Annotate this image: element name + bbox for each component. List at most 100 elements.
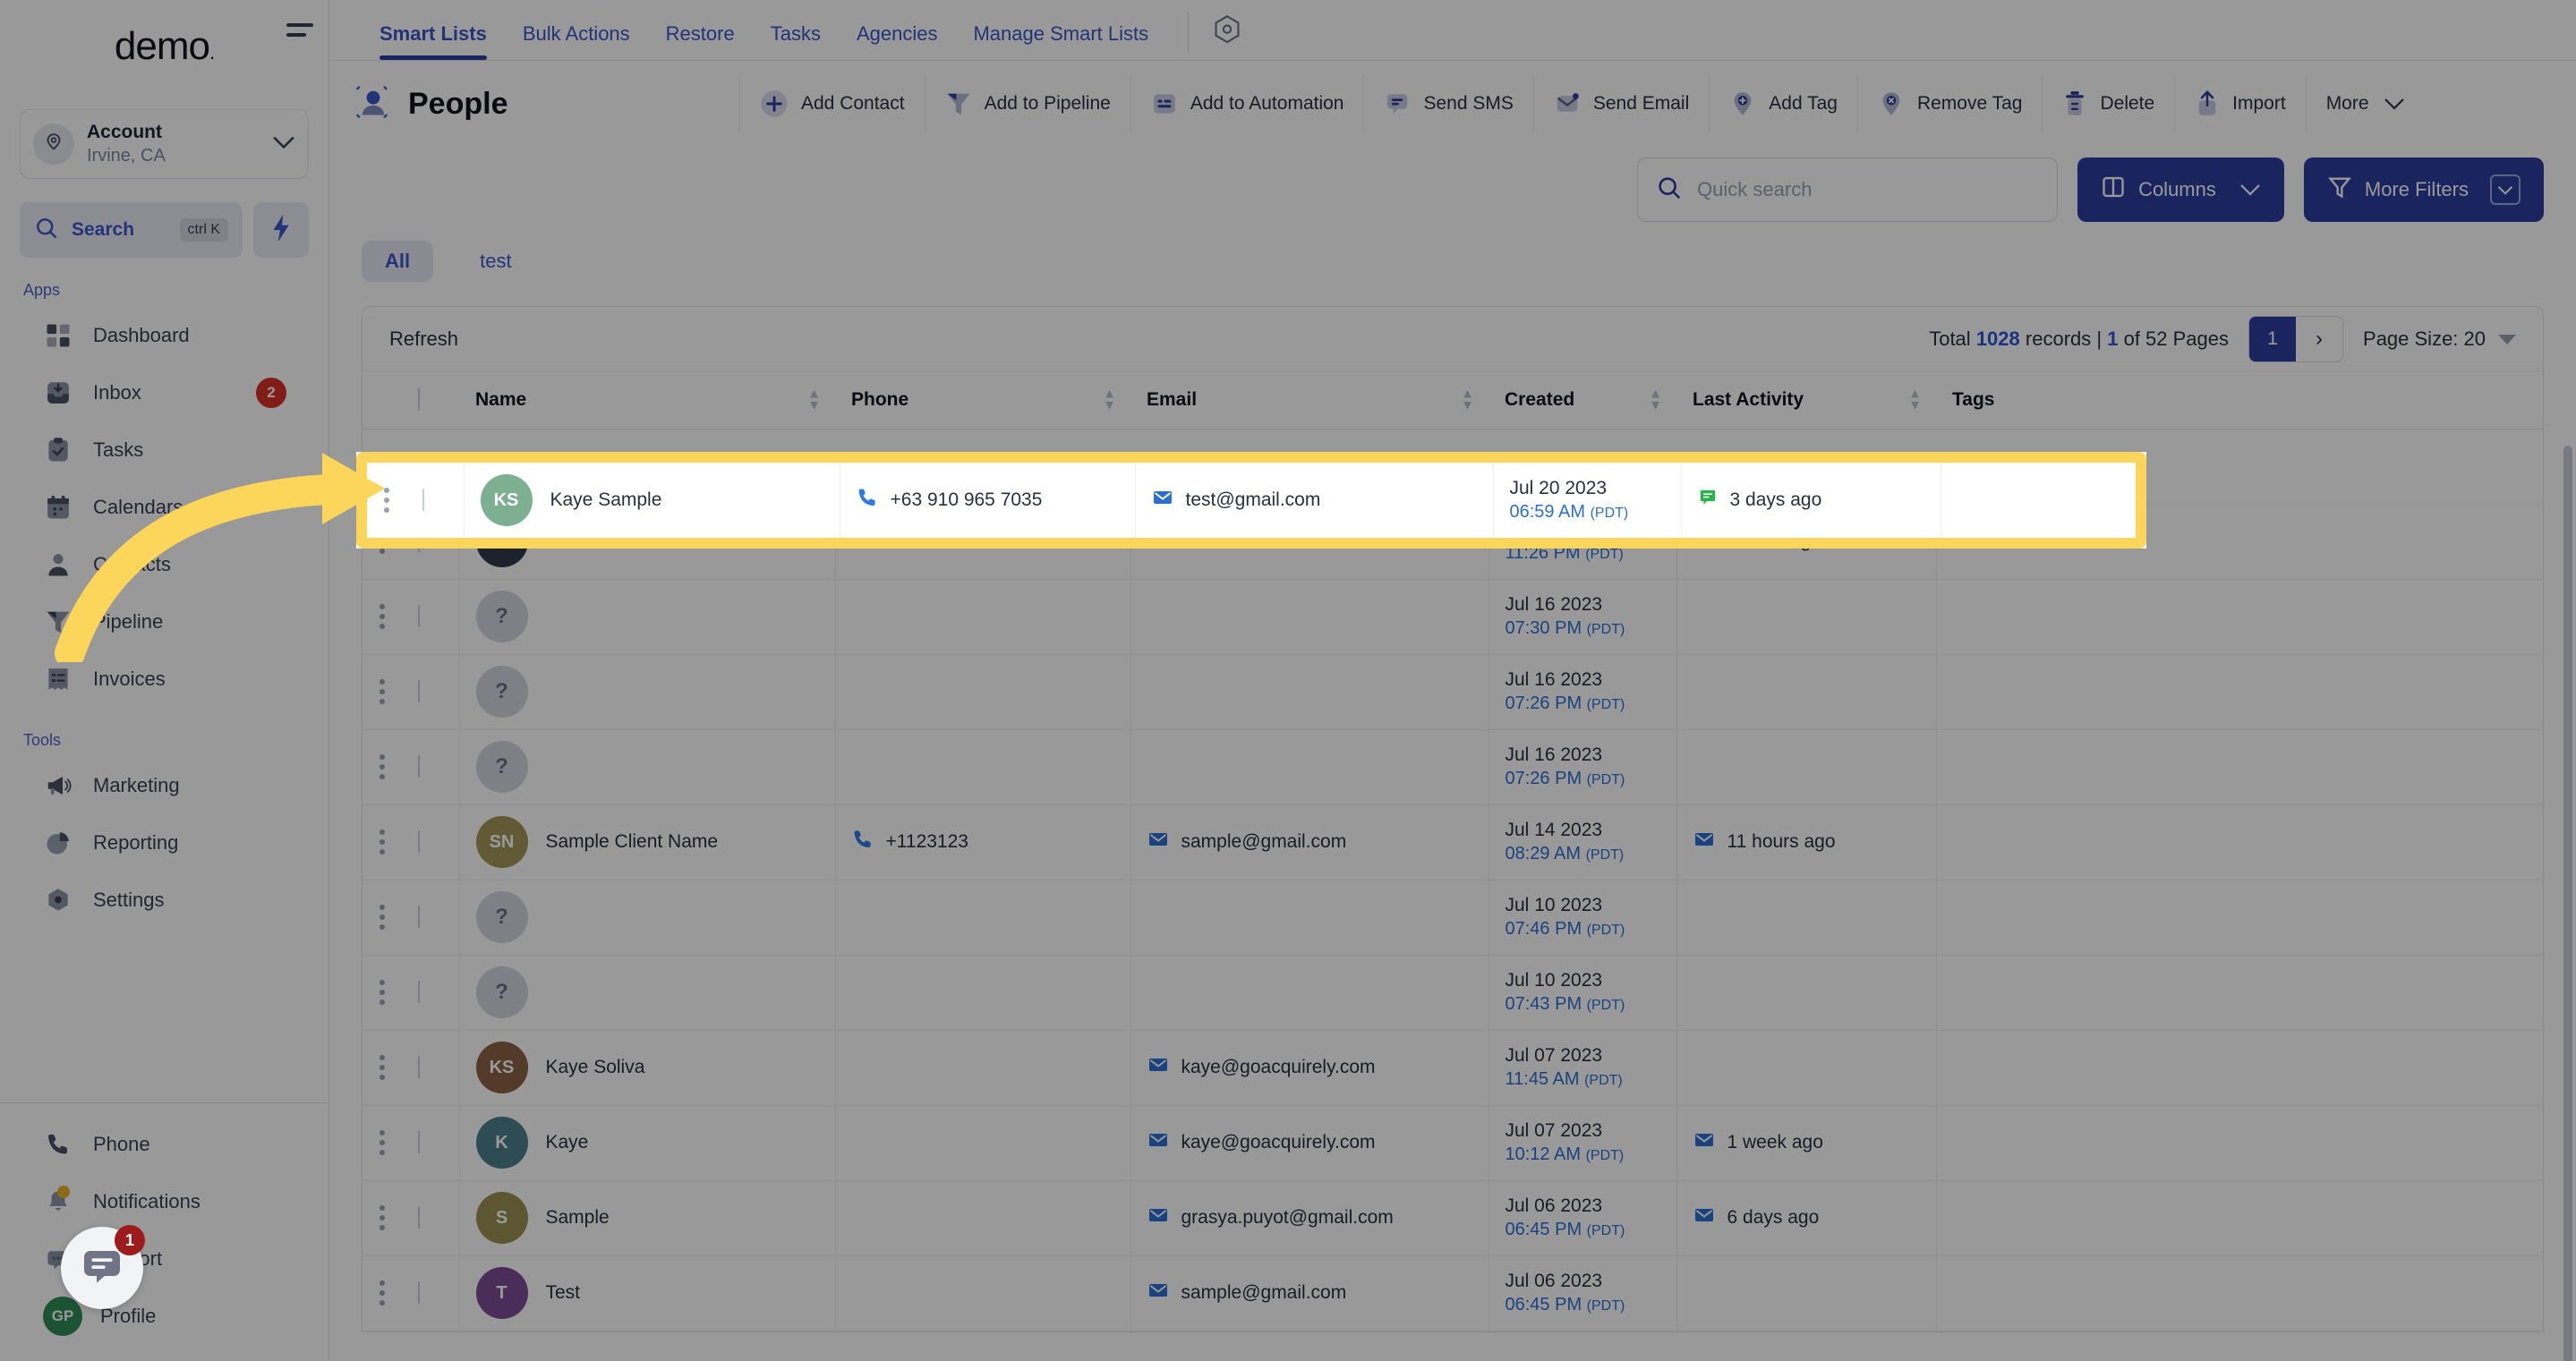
hamburger-menu-icon[interactable] (286, 23, 317, 37)
row-select-cell[interactable] (402, 804, 460, 880)
sidebar-item-pipeline[interactable]: Pipeline (0, 593, 328, 651)
add-to-automation-button[interactable]: Add to Automation (1131, 74, 1365, 133)
contact-phone[interactable]: +63 910 965 7035 (891, 489, 1043, 511)
row-tags-cell[interactable] (1936, 579, 2543, 655)
sidebar-item-contacts[interactable]: Contacts (0, 536, 328, 593)
kebab-menu-icon[interactable] (379, 980, 386, 1005)
row-checkbox[interactable] (418, 1056, 420, 1078)
row-tags-cell[interactable] (1936, 729, 2543, 805)
row-checkbox[interactable] (418, 1281, 420, 1304)
row-drag-handle[interactable] (363, 1030, 402, 1106)
contact-email[interactable]: kaye@goacquirely.com (1181, 1057, 1376, 1078)
th-last-activity[interactable]: Last Activity ▲ ▼ (1676, 371, 1936, 430)
table-row[interactable]: ? Jul 16 2023 07:26 PM (PDT) (363, 654, 2543, 730)
row-tags-cell[interactable] (1936, 1030, 2543, 1106)
kebab-menu-icon[interactable] (379, 829, 386, 855)
sort-icon[interactable]: ▲ ▼ (1461, 387, 1474, 413)
row-checkbox[interactable] (418, 755, 420, 778)
row-tags-cell[interactable] (1936, 1180, 2543, 1256)
contact-email[interactable]: sample@gmail.com (1181, 1282, 1347, 1304)
row-select-cell[interactable] (402, 579, 460, 655)
table-row[interactable]: K Kaye kaye@goacquirely.com Jul 07 2023 10:1… (363, 1105, 2543, 1181)
refresh-button[interactable]: Refresh (389, 327, 458, 351)
row-drag-handle[interactable] (363, 1105, 402, 1181)
kebab-menu-icon[interactable] (379, 1130, 386, 1155)
row-checkbox[interactable] (418, 680, 420, 702)
row-drag-handle[interactable] (367, 463, 406, 538)
sidebar-item-dashboard[interactable]: Dashboard (0, 307, 328, 364)
sort-icon[interactable]: ▲ ▼ (1649, 387, 1662, 413)
row-select-cell[interactable] (402, 1105, 460, 1181)
sidebar-item-calendars[interactable]: Calendars (0, 479, 328, 536)
row-drag-handle[interactable] (363, 880, 402, 956)
row-drag-handle[interactable] (363, 1180, 402, 1256)
highlighted-contact-row[interactable]: KS Kaye Sample +63 910 965 7035 test@gma… (356, 452, 2146, 549)
row-select-cell[interactable] (402, 1255, 460, 1331)
row-select-cell[interactable] (402, 1030, 460, 1106)
sidebar-item-marketing[interactable]: Marketing (0, 757, 328, 814)
row-checkbox[interactable] (418, 981, 420, 1003)
kebab-menu-icon[interactable] (379, 604, 386, 629)
add-tag-button[interactable]: Add Tag (1710, 74, 1858, 133)
th-email[interactable]: Email ▲ ▼ (1130, 371, 1488, 430)
table-row[interactable]: ? Jul 16 2023 07:26 PM (PDT) (363, 729, 2543, 805)
contact-name[interactable]: Sample Client Name (546, 831, 719, 853)
row-tags-cell[interactable] (1936, 804, 2543, 880)
sidebar-item-support[interactable]: Support (0, 1230, 328, 1288)
kebab-menu-icon[interactable] (383, 488, 390, 513)
row-select-cell[interactable] (406, 463, 465, 538)
row-select-cell[interactable] (402, 1180, 460, 1256)
row-tags-cell[interactable] (1936, 1255, 2543, 1331)
table-row[interactable]: T Test sample@gmail.com Jul 06 2023 06:45 PM… (363, 1255, 2543, 1331)
sort-icon[interactable]: ▲ ▼ (807, 387, 821, 413)
contact-name[interactable]: Kaye (546, 1132, 589, 1153)
chevron-right-icon[interactable]: › (2296, 317, 2342, 362)
table-row[interactable]: S Sample grasya.puyot@gmail.com Jul 06 2023… (363, 1180, 2543, 1256)
row-checkbox[interactable] (418, 1206, 420, 1229)
row-drag-handle[interactable] (363, 654, 402, 730)
profile-row[interactable]: GP Profile (0, 1288, 328, 1345)
contact-phone[interactable]: +1123123 (886, 831, 968, 853)
sort-icon[interactable]: ▲ ▼ (1103, 387, 1116, 413)
table-row[interactable]: ? Jul 10 2023 07:43 PM (PDT) (363, 955, 2543, 1031)
more-actions-button[interactable]: More (2307, 74, 2425, 133)
contact-email[interactable]: kaye@goacquirely.com (1181, 1132, 1376, 1153)
kebab-menu-icon[interactable] (379, 754, 386, 779)
table-row[interactable]: KS Kaye Soliva kaye@goacquirely.com Jul 07 … (363, 1030, 2543, 1106)
search-button[interactable]: Search ctrl K (20, 202, 243, 258)
row-select-cell[interactable] (402, 654, 460, 730)
row-tags-cell[interactable] (1936, 880, 2543, 956)
th-phone[interactable]: Phone ▲ ▼ (835, 371, 1130, 430)
row-drag-handle[interactable] (363, 579, 402, 655)
tab-bulk-actions[interactable]: Bulk Actions (523, 22, 630, 60)
kebab-menu-icon[interactable] (379, 1055, 386, 1080)
chat-widget-button[interactable]: 1 (61, 1225, 145, 1309)
row-checkbox[interactable] (418, 830, 420, 853)
row-drag-handle[interactable] (363, 729, 402, 805)
list-tab-test[interactable]: test (456, 241, 534, 282)
row-checkbox[interactable] (422, 489, 424, 511)
columns-button[interactable]: Columns (2077, 157, 2284, 222)
send-sms-button[interactable]: Send SMS (1364, 74, 1534, 133)
row-drag-handle[interactable] (363, 1255, 402, 1331)
row-checkbox[interactable] (418, 1131, 420, 1153)
add-to-pipeline-button[interactable]: Add to Pipeline (925, 74, 1131, 133)
vertical-scrollbar[interactable] (2563, 446, 2572, 1361)
row-checkbox[interactable] (418, 605, 420, 627)
sidebar-item-settings[interactable]: Settings (0, 872, 328, 929)
sidebar-item-invoices[interactable]: Invoices (0, 651, 328, 708)
th-created[interactable]: Created ▲ ▼ (1488, 371, 1676, 430)
th-select-all[interactable] (402, 371, 459, 430)
table-row[interactable]: KS Kaye Sample +63 910 965 7035 test@gma… (367, 463, 2136, 538)
search-input[interactable]: Quick search (1637, 157, 2059, 222)
kebab-menu-icon[interactable] (379, 905, 386, 930)
sidebar-item-notifications[interactable]: Notifications (0, 1173, 328, 1230)
row-tags-cell[interactable] (1936, 654, 2543, 730)
kebab-menu-icon[interactable] (379, 1280, 386, 1306)
quick-action-button[interactable] (253, 202, 309, 258)
tab-manage-smart-lists[interactable]: Manage Smart Lists (973, 22, 1148, 60)
row-tags-cell[interactable] (1936, 955, 2543, 1031)
send-email-button[interactable]: Send Email (1534, 74, 1710, 133)
sidebar-item-tasks[interactable]: Tasks (0, 421, 328, 479)
list-tab-all[interactable]: All (362, 241, 434, 282)
